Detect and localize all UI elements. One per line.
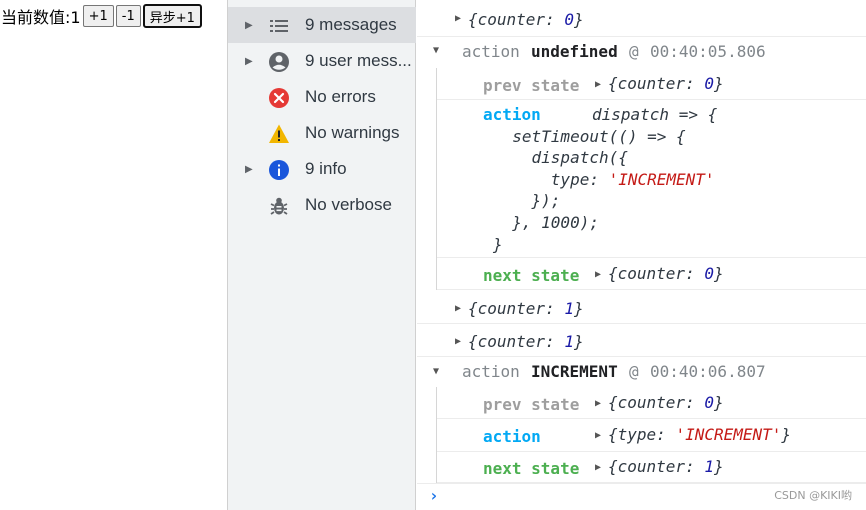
- expand-arrow-icon[interactable]: ▶: [455, 336, 461, 347]
- prev-state-row[interactable]: prev state ▶ {counter: 0}: [437, 68, 866, 100]
- code-line: type: 'INCREMENT': [493, 170, 715, 189]
- action-label: action: [483, 105, 541, 124]
- state-object: {counter: 0}: [608, 264, 724, 283]
- user-icon: [269, 52, 289, 72]
- sidebar-item-label: 9 user mess...: [305, 51, 412, 70]
- code-line: });: [493, 191, 561, 210]
- console-sidebar: ▶ 9 messages ▶ 9 user mess... No errors …: [227, 0, 416, 510]
- log-entry[interactable]: ▶ {counter: 0}: [417, 0, 866, 37]
- collapse-arrow-icon[interactable]: ▼: [433, 45, 439, 56]
- state-object: {counter: 1}: [608, 457, 724, 476]
- group-action-word: action: [462, 362, 520, 381]
- expand-arrow-icon[interactable]: ▶: [245, 56, 255, 67]
- divider: [417, 483, 866, 484]
- group-action-type: undefined: [531, 42, 618, 61]
- action-row: action dispatch => { setTimeout(() => { …: [437, 100, 866, 258]
- sidebar-item-label: No errors: [305, 87, 376, 106]
- next-state-label: next state: [483, 266, 580, 285]
- log-group-header[interactable]: ▼ action undefined @ 00:40:05.806: [417, 37, 866, 68]
- log-entry[interactable]: ▶ {counter: 1}: [417, 291, 866, 324]
- next-state-label: next state: [483, 459, 580, 478]
- group-timestamp: 00:40:05.806: [650, 42, 766, 61]
- warning-icon: [269, 124, 289, 143]
- sidebar-item-label: No warnings: [305, 123, 400, 142]
- expand-arrow-icon[interactable]: ▶: [455, 303, 461, 314]
- code-line: dispatch({: [493, 148, 628, 167]
- decrement-button[interactable]: -1: [115, 5, 141, 27]
- state-object: {counter: 0}: [608, 393, 724, 412]
- sidebar-item-label: 9 messages: [305, 15, 397, 34]
- expand-arrow-icon[interactable]: ▶: [245, 164, 255, 175]
- group-action-word: action: [462, 42, 520, 61]
- sidebar-item-warnings[interactable]: No warnings: [228, 115, 416, 151]
- watermark: CSDN @KIKI哟: [774, 489, 852, 502]
- state-object: {counter: 0}: [608, 74, 724, 93]
- expand-arrow-icon[interactable]: ▶: [595, 462, 601, 473]
- state-object: {counter: 1}: [468, 299, 584, 318]
- expand-arrow-icon[interactable]: ▶: [455, 13, 461, 24]
- log-group-header[interactable]: ▼ action INCREMENT @ 00:40:06.807: [417, 357, 866, 387]
- bug-icon: [270, 197, 288, 215]
- sidebar-item-label: No verbose: [305, 195, 392, 214]
- state-object: {counter: 1}: [468, 332, 584, 351]
- group-action-type: INCREMENT: [531, 362, 618, 381]
- sidebar-item-errors[interactable]: No errors: [228, 79, 416, 115]
- collapse-arrow-icon[interactable]: ▼: [433, 366, 439, 377]
- sidebar-item-user-messages[interactable]: ▶ 9 user mess...: [228, 43, 416, 79]
- expand-arrow-icon[interactable]: ▶: [595, 430, 601, 441]
- expand-arrow-icon[interactable]: ▶: [595, 79, 601, 90]
- next-state-row[interactable]: next state ▶ {counter: 1}: [437, 452, 866, 483]
- prev-state-label: prev state: [483, 76, 580, 95]
- list-icon: [270, 20, 288, 32]
- counter-row: 当前数值:1 +1 -1 异步+1: [1, 4, 202, 28]
- action-object: {type: 'INCREMENT'}: [608, 425, 792, 444]
- app-area: 当前数值:1 +1 -1 异步+1: [0, 0, 227, 510]
- async-increment-button[interactable]: 异步+1: [142, 4, 202, 28]
- prev-state-label: prev state: [483, 395, 580, 414]
- console-prompt-icon[interactable]: ›: [429, 486, 439, 505]
- next-state-row[interactable]: next state ▶ {counter: 0}: [437, 258, 866, 290]
- group-timestamp: 00:40:06.807: [650, 362, 766, 381]
- action-label: action: [483, 427, 541, 446]
- code-line: }: [493, 235, 503, 254]
- sidebar-item-label: 9 info: [305, 159, 347, 178]
- group-at-sign: @: [629, 362, 639, 381]
- prev-state-row[interactable]: prev state ▶ {counter: 0}: [437, 387, 866, 419]
- expand-arrow-icon[interactable]: ▶: [595, 269, 601, 280]
- code-line: }, 1000);: [493, 213, 599, 232]
- code-line: dispatch => {: [592, 105, 718, 124]
- info-icon: [269, 160, 289, 180]
- code-line: setTimeout(() => {: [493, 127, 686, 146]
- sidebar-item-verbose[interactable]: No verbose: [228, 187, 416, 223]
- group-at-sign: @: [629, 42, 639, 61]
- sidebar-item-info[interactable]: ▶ 9 info: [228, 151, 416, 187]
- counter-label: 当前数值:1: [1, 8, 81, 27]
- expand-arrow-icon[interactable]: ▶: [595, 398, 601, 409]
- sidebar-item-messages[interactable]: ▶ 9 messages: [228, 7, 416, 43]
- state-object: {counter: 0}: [468, 10, 584, 29]
- increment-button[interactable]: +1: [82, 5, 114, 27]
- error-icon: [269, 88, 289, 108]
- log-entry[interactable]: ▶ {counter: 1}: [417, 324, 866, 357]
- console-panel: ▶ {counter: 0} ▼ action undefined @ 00:4…: [417, 0, 866, 510]
- expand-arrow-icon[interactable]: ▶: [245, 20, 255, 31]
- action-row[interactable]: action ▶ {type: 'INCREMENT'}: [437, 419, 866, 452]
